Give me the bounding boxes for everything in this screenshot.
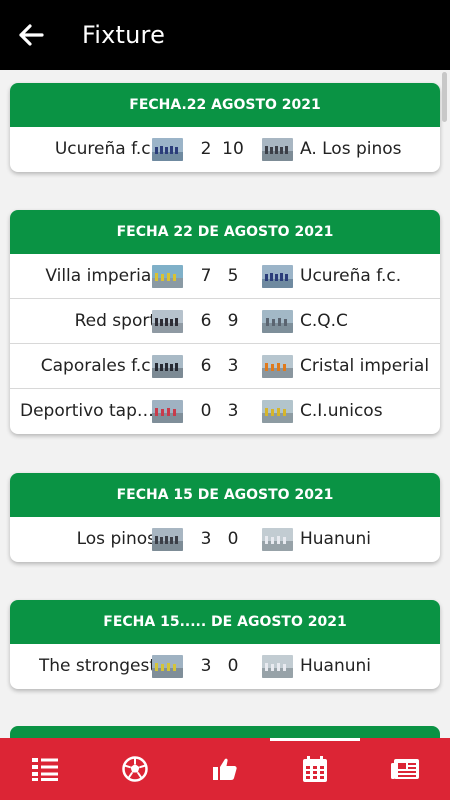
- home-team-photo: [152, 528, 183, 551]
- nav-teams[interactable]: [90, 738, 180, 800]
- home-score: 6: [200, 356, 212, 376]
- away-team-photo: [262, 655, 293, 678]
- scrollbar[interactable]: [442, 72, 447, 122]
- away-team-photo: [262, 265, 293, 288]
- home-score: 2: [200, 139, 212, 159]
- home-team-name: Villa imperial: [45, 266, 156, 286]
- fixture-date-header: FECHA 15 DE AGOSTO 2021: [10, 473, 440, 517]
- away-score: 0: [227, 656, 239, 676]
- fixture-card-partial: [10, 726, 440, 738]
- fixture-card: FECHA 15 DE AGOSTO 2021 Los pinos 3 0 Hu…: [10, 473, 440, 562]
- match-row[interactable]: Los pinos 3 0 Huanuni: [10, 517, 440, 562]
- news-icon: [391, 759, 419, 779]
- soccer-ball-icon: [122, 756, 148, 782]
- home-score: 3: [200, 529, 212, 549]
- home-team-name: The strongest: [38, 656, 156, 676]
- home-team-name: Caporales f.c.: [40, 356, 156, 376]
- away-team-name: Huanuni: [300, 529, 372, 549]
- away-score: 10: [222, 139, 244, 159]
- nav-favorites[interactable]: [180, 738, 270, 800]
- thumbs-up-icon: [213, 758, 237, 780]
- home-team-photo: [152, 655, 183, 678]
- home-team-name: Deportivo tapacari: [20, 401, 156, 421]
- fixture-card: FECHA 22 DE AGOSTO 2021 Villa imperial 7…: [10, 210, 440, 434]
- away-team-photo: [262, 310, 293, 333]
- home-score: 0: [200, 401, 212, 421]
- away-score: 0: [227, 529, 239, 549]
- away-team-photo: [262, 355, 293, 378]
- arrow-left-icon: [19, 24, 44, 46]
- match-row[interactable]: Caporales f.c. 6 3 Cristal imperial: [10, 344, 440, 389]
- home-team-name: Ucureña f.c.: [54, 139, 156, 159]
- away-team-name: A. Los pinos: [300, 139, 402, 159]
- away-team-name: Cristal imperial: [300, 356, 430, 376]
- home-team-photo: [152, 138, 183, 161]
- page-title: Fixture: [82, 21, 166, 49]
- match-row[interactable]: Ucureña f.c. 2 10 A. Los pinos: [10, 127, 440, 172]
- home-score: 3: [200, 656, 212, 676]
- fixture-date-header: FECHA 15..... DE AGOSTO 2021: [10, 600, 440, 644]
- away-team-name: C.I.unicos: [300, 401, 383, 421]
- away-team-name: Huanuni: [300, 656, 372, 676]
- calendar-icon: [303, 756, 327, 782]
- fixture-date-header: FECHA.22 AGOSTO 2021: [10, 83, 440, 127]
- nav-standings[interactable]: [0, 738, 90, 800]
- standings-list-icon: [32, 758, 58, 781]
- app-bar: Fixture: [0, 0, 450, 70]
- home-team-photo: [152, 400, 183, 423]
- home-team-photo: [152, 310, 183, 333]
- home-score: 7: [200, 266, 212, 286]
- away-team-photo: [262, 138, 293, 161]
- fixture-card: FECHA.22 AGOSTO 2021 Ucureña f.c. 2 10 A…: [10, 83, 440, 172]
- home-team-photo: [152, 355, 183, 378]
- away-score: 3: [227, 401, 239, 421]
- away-score: 3: [227, 356, 239, 376]
- away-team-photo: [262, 528, 293, 551]
- nav-news[interactable]: [360, 738, 450, 800]
- match-row[interactable]: Villa imperial 7 5 Ucureña f.c.: [10, 254, 440, 299]
- away-score: 5: [227, 266, 239, 286]
- bottom-nav: [0, 738, 450, 800]
- fixture-list[interactable]: FECHA.22 AGOSTO 2021 Ucureña f.c. 2 10 A…: [0, 70, 450, 738]
- home-score: 6: [200, 311, 212, 331]
- fixture-card: FECHA 15..... DE AGOSTO 2021 The stronge…: [10, 600, 440, 689]
- away-team-photo: [262, 400, 293, 423]
- match-row[interactable]: Deportivo tapacari 0 3 C.I.unicos: [10, 389, 440, 434]
- home-team-name: Red sport: [74, 311, 156, 331]
- away-score: 9: [227, 311, 239, 331]
- fixture-date-header: FECHA 22 DE AGOSTO 2021: [10, 210, 440, 254]
- match-row[interactable]: Red sport 6 9 C.Q.C: [10, 299, 440, 344]
- home-team-photo: [152, 265, 183, 288]
- match-row[interactable]: The strongest 3 0 Huanuni: [10, 644, 440, 689]
- away-team-name: C.Q.C: [300, 311, 348, 331]
- nav-fixture[interactable]: [270, 738, 360, 800]
- home-team-name: Los pinos: [76, 529, 156, 549]
- back-button[interactable]: [0, 0, 62, 70]
- away-team-name: Ucureña f.c.: [300, 266, 402, 286]
